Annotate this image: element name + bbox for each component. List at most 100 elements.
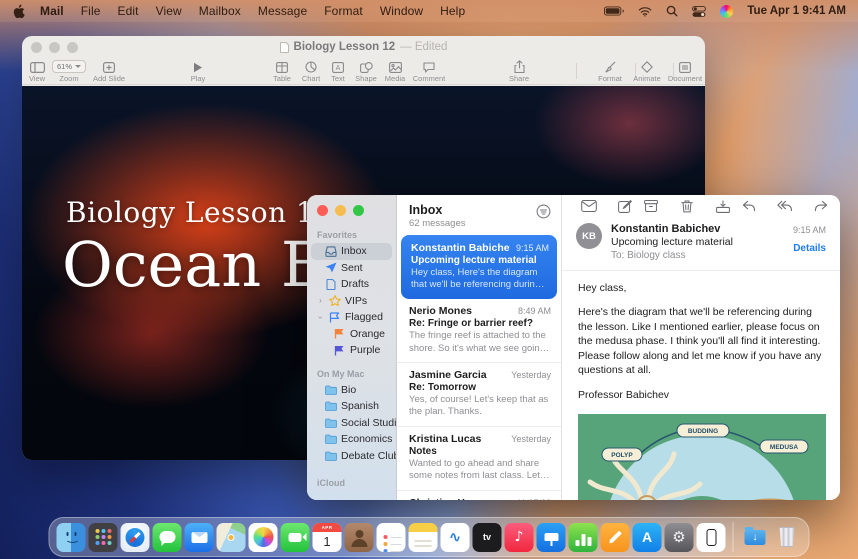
- menu-mailbox[interactable]: Mailbox: [199, 4, 241, 18]
- menu-bar-clock[interactable]: Tue Apr 1 9:41 AM: [747, 5, 846, 17]
- sidebar-item-spanish[interactable]: Spanish: [307, 398, 396, 415]
- dock-finder[interactable]: [57, 523, 86, 552]
- archive-icon[interactable]: [638, 195, 664, 217]
- close-button[interactable]: [31, 42, 42, 53]
- message-list-item[interactable]: Kristina LucasYesterday Notes Wanted to …: [397, 426, 561, 490]
- trash-icon[interactable]: [674, 195, 700, 217]
- sidebar-item-economics[interactable]: Economics: [307, 431, 396, 448]
- play-button[interactable]: Play: [175, 59, 221, 83]
- reply-all-icon[interactable]: [772, 195, 798, 217]
- menu-file[interactable]: File: [81, 4, 101, 18]
- dock-keynote[interactable]: [537, 523, 566, 552]
- apple-menu-icon[interactable]: [12, 3, 26, 19]
- dock-calendar[interactable]: APR 1: [313, 523, 342, 552]
- chevron-right-icon[interactable]: ›: [317, 296, 324, 305]
- details-link[interactable]: Details: [793, 243, 826, 254]
- mail-window: Favorites Inbox Sent Drafts › VIPs ›: [307, 195, 840, 500]
- message-list-item[interactable]: Nerio Mones8:49 AM Re: Fringe or barrier…: [397, 299, 561, 362]
- siri-icon[interactable]: [720, 5, 733, 18]
- launchpad-icon: [95, 529, 99, 533]
- dock-downloads[interactable]: ↓: [741, 523, 770, 552]
- sidebar-item-flag-purple[interactable]: Purple: [307, 342, 396, 359]
- minimize-button[interactable]: [335, 205, 346, 216]
- dock-apple-tv[interactable]: tv: [473, 523, 502, 552]
- window-title: Biology Lesson 12: [294, 41, 396, 53]
- message-list-item[interactable]: Christine Huang11/07/23 Debate club - re…: [397, 490, 561, 501]
- menu-window[interactable]: Window: [380, 4, 423, 18]
- menu-edit[interactable]: Edit: [118, 4, 139, 18]
- sidebar-item-flag-orange[interactable]: Orange: [307, 326, 396, 343]
- battery-icon[interactable]: [604, 6, 624, 16]
- menu-format[interactable]: Format: [324, 4, 363, 18]
- menu-message[interactable]: Message: [258, 4, 307, 18]
- add-slide-button[interactable]: Add Slide: [86, 59, 132, 83]
- document-proxy-icon: [280, 42, 289, 53]
- chevron-down-icon[interactable]: ›: [316, 314, 325, 321]
- greeting: Hey class,: [578, 281, 824, 295]
- compose-icon[interactable]: [612, 195, 638, 217]
- finder-icon: [64, 532, 78, 542]
- app-store-a-icon: A: [642, 529, 652, 545]
- video-camera-icon: [289, 533, 302, 542]
- dock-maps[interactable]: [217, 523, 246, 552]
- diagram-label-budding: BUDDING: [688, 428, 718, 435]
- dock-trash[interactable]: [773, 523, 802, 552]
- sidebar-item-flagged[interactable]: › Flagged: [307, 309, 396, 326]
- section-icloud[interactable]: iCloud: [307, 478, 396, 491]
- dock-app-store[interactable]: A: [633, 523, 662, 552]
- message-list-item[interactable]: Jasmine GarciaYesterday Re: Tomorrow Yes…: [397, 362, 561, 426]
- signature: Professor Babichev: [578, 388, 824, 402]
- comment-button[interactable]: Comment: [406, 59, 452, 83]
- sidebar-item-sent[interactable]: Sent: [307, 260, 396, 277]
- dock-iphone-mirroring[interactable]: [697, 523, 726, 552]
- share-button[interactable]: Share: [496, 59, 542, 83]
- close-button[interactable]: [317, 205, 328, 216]
- dock-music[interactable]: ♪: [505, 523, 534, 552]
- mail-toolbar: [562, 195, 840, 217]
- sidebar-item-vips[interactable]: › VIPs: [307, 293, 396, 310]
- menu-help[interactable]: Help: [440, 4, 465, 18]
- menu-view[interactable]: View: [156, 4, 182, 18]
- sidebar-item-bio[interactable]: Bio: [307, 382, 396, 399]
- dock-launchpad[interactable]: [89, 523, 118, 552]
- safari-compass-icon: [126, 528, 145, 547]
- sidebar-item-drafts[interactable]: Drafts: [307, 276, 396, 293]
- sender-name: Konstantin Babichev: [611, 223, 733, 235]
- dock-numbers[interactable]: [569, 523, 598, 552]
- dock-system-settings[interactable]: ⚙: [665, 523, 694, 552]
- message-list-item[interactable]: Konstantin Babichev9:15 AM Upcoming lect…: [401, 235, 557, 300]
- mailbox-title: Inbox: [409, 204, 466, 218]
- minimize-button[interactable]: [49, 42, 60, 53]
- dock-freeform[interactable]: ∿: [441, 523, 470, 552]
- forward-icon[interactable]: [808, 195, 834, 217]
- dock-separator: [733, 522, 734, 552]
- message-list: Inbox 62 messages Konstantin Babichev9:1…: [397, 195, 562, 500]
- dock-contacts[interactable]: [345, 523, 374, 552]
- get-mail-icon[interactable]: [576, 195, 602, 217]
- attachment-diagram[interactable]: POLYP BUDDING MEDUSA: [578, 414, 840, 500]
- more-icon[interactable]: [834, 195, 840, 217]
- document-button[interactable]: Document: [662, 59, 705, 83]
- reply-icon[interactable]: [736, 195, 762, 217]
- message-view: KB Konstantin Babichev Upcoming lecture …: [562, 195, 840, 500]
- sidebar-item-inbox[interactable]: Inbox: [311, 243, 392, 260]
- search-icon[interactable]: [666, 5, 678, 17]
- junk-icon[interactable]: [710, 195, 736, 217]
- zoom-button[interactable]: [67, 42, 78, 53]
- dock-messages[interactable]: [153, 523, 182, 552]
- menu-mail[interactable]: Mail: [40, 4, 64, 18]
- wifi-icon[interactable]: [638, 6, 652, 17]
- control-center-icon[interactable]: [692, 6, 706, 17]
- dock-photos[interactable]: [249, 523, 278, 552]
- sidebar-item-debate-club[interactable]: Debate Club: [307, 448, 396, 465]
- dock-notes[interactable]: [409, 523, 438, 552]
- dock-safari[interactable]: [121, 523, 150, 552]
- dock-reminders[interactable]: [377, 523, 406, 552]
- sidebar-item-social-studies[interactable]: Social Studies: [307, 415, 396, 432]
- dock-mail[interactable]: [185, 523, 214, 552]
- filter-icon[interactable]: [536, 204, 551, 229]
- zoom-button[interactable]: [353, 205, 364, 216]
- dock-facetime[interactable]: [281, 523, 310, 552]
- squiggle-icon: ∿: [449, 528, 462, 546]
- dock-pages[interactable]: [601, 523, 630, 552]
